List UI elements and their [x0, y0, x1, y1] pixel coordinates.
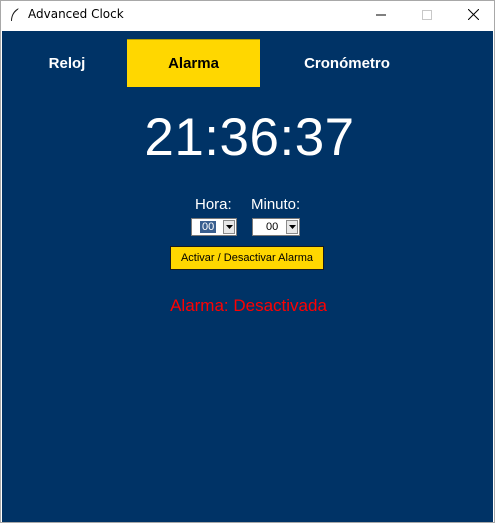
tab-alarma[interactable]: Alarma — [127, 39, 260, 87]
minimize-icon — [376, 7, 386, 25]
close-icon — [467, 7, 479, 25]
minute-select[interactable]: 00 — [252, 218, 300, 236]
alarm-status: Alarma: Desactivada — [170, 296, 327, 315]
hour-select[interactable]: 00 — [191, 218, 237, 236]
title-bar[interactable]: Advanced Clock — [1, 1, 494, 31]
tab-bar: Reloj Alarma Cronómetro — [2, 31, 493, 87]
minute-value: 00 — [266, 221, 279, 233]
tab-reloj[interactable]: Reloj — [22, 39, 112, 87]
hour-value: 00 — [200, 221, 217, 233]
close-button[interactable] — [450, 1, 495, 31]
chevron-down-icon[interactable] — [286, 220, 298, 234]
tab-cronometro[interactable]: Cronómetro — [274, 39, 420, 87]
app-content: Reloj Alarma Cronómetro 21:36:37 Hora: M… — [2, 31, 493, 522]
feather-icon — [8, 7, 22, 23]
hour-label: Hora: — [195, 196, 232, 213]
app-window: Advanced Clock Reloj Alarma Cronómetro 2… — [0, 0, 495, 523]
maximize-button[interactable] — [404, 1, 450, 31]
chevron-down-icon[interactable] — [223, 220, 235, 234]
minute-label: Minuto: — [251, 196, 301, 213]
maximize-icon — [422, 7, 432, 25]
window-title: Advanced Clock — [28, 7, 124, 21]
toggle-alarm-button[interactable]: Activar / Desactivar Alarma — [170, 246, 324, 270]
minimize-button[interactable] — [358, 1, 404, 31]
clock-display: 21:36:37 — [144, 108, 355, 167]
